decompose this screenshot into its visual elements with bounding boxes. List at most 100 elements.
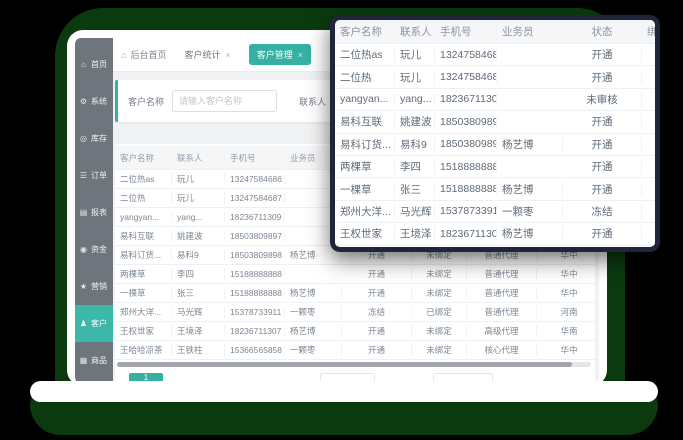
table-row: 一棵草张三15188888888杨艺博开通 — [335, 178, 655, 200]
table-cell: 易科互联 — [115, 230, 172, 242]
table-row: yangyan...yang...18236711309未审核 — [335, 89, 655, 111]
scrollbar-thumb[interactable] — [117, 362, 572, 367]
table-cell: 易科9 — [395, 137, 435, 152]
table-cell: 二位热as — [115, 173, 172, 185]
sidebar-item-8[interactable]: ♟客户 — [75, 305, 113, 342]
customer-icon: ♟ — [79, 319, 88, 328]
table-cell: 未绑定 — [412, 325, 467, 337]
table-cell: 杨艺博 — [497, 137, 563, 152]
sidebar-item-2[interactable]: ⚙系统 — [75, 83, 113, 120]
table-row: 两棵草李四15188888888开通未绑定普通代理华中 — [115, 265, 595, 284]
sidebar-item-3[interactable]: ◎库存 — [75, 120, 113, 157]
table-cell: 王权世家 — [335, 226, 395, 241]
contact-label: 联系人 — [299, 95, 326, 108]
column-header: 手机号 — [225, 152, 285, 164]
table-cell: 一颗枣 — [285, 306, 342, 318]
table-cell: 易科互联 — [335, 114, 395, 129]
table-cell: 冻结 — [563, 204, 642, 219]
goods-icon: ▦ — [79, 356, 88, 365]
table-cell: 玩儿 — [395, 47, 435, 62]
sidebar-item-5[interactable]: ▤报表 — [75, 194, 113, 231]
table-cell: 开通 — [563, 70, 642, 85]
magnified-customer-table: 客户名称联系人手机号业务员状态绑二位热as玩儿13247584686开通二位热玩… — [335, 20, 655, 246]
table-cell: 开通 — [563, 226, 642, 241]
column-header: 客户名称 — [335, 24, 395, 39]
table-cell: 18236711307 — [435, 228, 497, 240]
close-icon[interactable]: × — [225, 50, 230, 60]
laptop-deck — [30, 381, 658, 402]
sidebar-item-label: 库存 — [91, 133, 107, 144]
table-cell: 杨艺博 — [497, 226, 563, 241]
table-cell: 未审核 — [563, 92, 642, 107]
sidebar-item-4[interactable]: ☰订单 — [75, 157, 113, 194]
sidebar-item-label: 营销 — [91, 281, 107, 292]
table-cell: 王哈哈凉茶 — [115, 344, 172, 356]
table-cell: 杨艺博 — [285, 249, 342, 261]
table-cell: 未绑定 — [412, 268, 467, 280]
tab-customer-stats[interactable]: 客户统计 × — [176, 44, 238, 65]
table-cell: yangyan... — [115, 212, 172, 222]
table-cell: 开通 — [342, 268, 412, 280]
table-cell: 18236711307 — [225, 326, 285, 336]
table-row: 一棵草张三15188888888杨艺博开通未绑定普通代理华中 — [115, 284, 595, 303]
table-cell: 一棵草 — [115, 287, 172, 299]
table-cell: 一颗枣 — [285, 344, 342, 356]
table-cell: 开通 — [342, 344, 412, 356]
table-cell: 开通 — [563, 182, 642, 197]
orders-icon: ☰ — [79, 171, 88, 180]
sidebar-item-7[interactable]: ★营销 — [75, 268, 113, 305]
table-cell: 张三 — [172, 287, 225, 299]
table-cell: 玩儿 — [172, 173, 225, 185]
inventory-icon: ◎ — [79, 134, 88, 143]
table-cell: 13247584687 — [435, 71, 497, 83]
table-cell: 李四 — [395, 159, 435, 174]
table-cell: 15366565858 — [225, 345, 285, 355]
table-cell: 15188888888 — [435, 183, 497, 195]
table-cell: 15378733911 — [435, 205, 497, 217]
table-cell: 18503809897 — [225, 231, 285, 241]
table-cell: 普通代理 — [467, 306, 537, 318]
table-header-row: 客户名称联系人手机号业务员状态绑 — [335, 20, 655, 44]
table-cell: 易科订货... — [115, 249, 172, 261]
close-icon[interactable]: × — [298, 50, 303, 60]
magnifier-content: 客户名称联系人手机号业务员状态绑二位热as玩儿13247584686开通二位热玩… — [335, 20, 655, 247]
horizontal-scrollbar[interactable] — [117, 362, 591, 367]
table-cell: 一棵草 — [335, 182, 395, 197]
table-cell: yang... — [172, 212, 225, 222]
breadcrumb[interactable]: ⌂ 后台首页 — [121, 48, 166, 61]
table-cell: 易科订货... — [335, 137, 395, 152]
table-row: 两棵草李四15188888888开通 — [335, 156, 655, 178]
sidebar-item-6[interactable]: ◉资金 — [75, 231, 113, 268]
sidebar: ⌂首页⚙系统◎库存☰订单▤报表◉资金★营销♟客户▦商品 — [75, 38, 113, 383]
table-cell: 开通 — [342, 287, 412, 299]
home-icon: ⌂ — [79, 60, 88, 69]
table-cell: 杨艺博 — [497, 182, 563, 197]
table-cell: 玩儿 — [172, 192, 225, 204]
table-cell: 二位热as — [335, 47, 395, 62]
table-cell: 玩儿 — [395, 70, 435, 85]
table-cell: 华南 — [537, 325, 595, 337]
table-cell: 开通 — [342, 325, 412, 337]
table-cell: 李四 — [172, 268, 225, 280]
table-row: 王权世家王境泽18236711307杨艺博开通未绑定高级代理华南 — [115, 322, 595, 341]
table-cell: 王铁柱 — [172, 344, 225, 356]
table-row: 二位热as玩儿13247584686开通 — [335, 44, 655, 66]
sidebar-item-label: 系统 — [91, 96, 107, 107]
sidebar-item-1[interactable]: ⌂首页 — [75, 46, 113, 83]
table-cell: 18236711309 — [435, 93, 497, 105]
table-cell: 马光辉 — [172, 306, 225, 318]
sidebar-item-9[interactable]: ▦商品 — [75, 342, 113, 379]
table-row: 王权世家王境泽18236711307杨艺博开通 — [335, 223, 655, 245]
table-cell: 13247584686 — [225, 174, 285, 184]
table-cell: 姚建波 — [172, 230, 225, 242]
tab-customer-management[interactable]: 客户管理 × — [249, 44, 311, 65]
table-cell: 15188888888 — [435, 161, 497, 173]
table-cell: 18503809898 — [225, 250, 285, 260]
sidebar-item-label: 首页 — [91, 59, 107, 70]
table-cell: 核心代理 — [467, 344, 537, 356]
table-cell: 开通 — [563, 159, 642, 174]
table-cell: 普通代理 — [467, 287, 537, 299]
customer-name-input[interactable] — [172, 90, 277, 112]
sidebar-item-label: 订单 — [91, 170, 107, 181]
column-header: 绑 — [642, 24, 655, 39]
